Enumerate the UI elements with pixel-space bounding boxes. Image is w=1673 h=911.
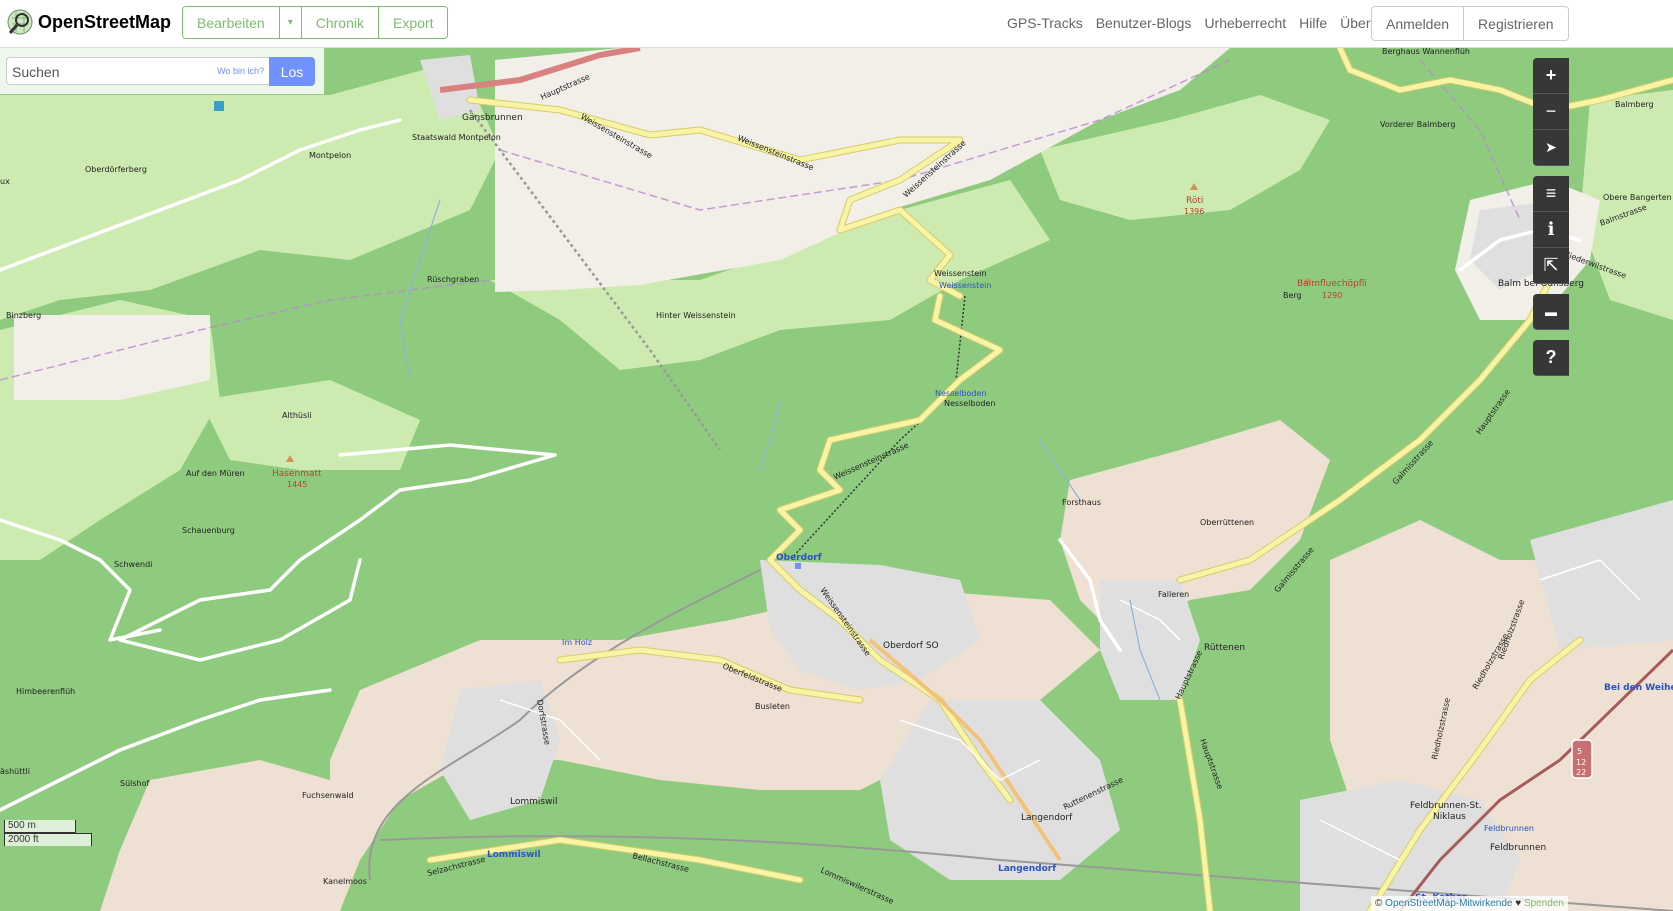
map-label: Oberdörferberg [85,165,147,174]
where-am-i-link[interactable]: Wo bin ich? [217,66,264,76]
scale-metric: 500 m [4,820,76,833]
map-label: Langendorf [1021,813,1073,823]
map-label: Im Holz [562,638,592,647]
search-panel: Suchen Wo bin ich? Los [0,48,324,94]
map-label: 1445 [287,480,307,489]
map-label: Niklaus [1433,812,1466,822]
map-label: Vorderer Balmberg [1380,120,1455,129]
map-label: Falleren [1158,590,1189,599]
scale-bar: 500 m 2000 ft [4,820,92,846]
map-label: Schauenburg [182,526,235,535]
nav-about[interactable]: Über [1340,15,1370,31]
map-canvas[interactable]: Gänsbrunnen Staatswald Montpelon Montpel… [0,48,1673,911]
map-label: 1290 [1322,291,1342,300]
nav-gps-tracks[interactable]: GPS-Tracks [1007,15,1083,31]
donate-link[interactable]: Spenden [1524,898,1564,909]
query-features-icon[interactable]: ? [1533,340,1569,376]
map-label: Rüttenen [1204,643,1245,653]
map-label: Berghaus Wannenflüh [1382,48,1470,56]
map-label: Feldbrunnen-St. [1410,801,1482,811]
login-button[interactable]: Anmelden [1372,7,1465,40]
export-button[interactable]: Export [379,7,448,38]
header: OpenStreetMap Bearbeiten ▾ Chronik Expor… [0,0,1673,48]
map-label: Nesselboden [935,389,986,398]
history-button[interactable]: Chronik [301,7,379,38]
add-note-icon[interactable]: ▬ [1533,294,1569,330]
map-label: Berg [1283,291,1302,300]
hiking-icon [214,101,224,111]
edit-dropdown-caret-icon[interactable]: ▾ [279,7,302,38]
nav-user-diaries[interactable]: Benutzer-Blogs [1096,15,1192,31]
info-icon[interactable]: ℹ [1533,212,1569,248]
osm-logo-icon [7,9,33,35]
map-label: Binzberg [6,311,41,320]
map-label: Weissenstein [934,269,986,278]
map-label: äshüttli [0,767,30,776]
map-label: Oberrüttenen [1200,518,1254,527]
map-label: Lommiswil [510,797,557,807]
map-label: Oberdorf SO [883,641,939,651]
zoom-in-icon[interactable]: + [1533,58,1569,94]
edit-button-group: Bearbeiten ▾ Chronik Export [182,6,449,39]
map-label: Himbeerenflüh [16,687,75,696]
edit-button[interactable]: Bearbeiten [183,7,280,38]
register-button[interactable]: Registrieren [1464,7,1567,40]
map-label: Staatswald Montpelon [412,133,501,142]
attribution-link[interactable]: OpenStreetMap-Mitwirkende [1385,898,1512,909]
share-icon[interactable]: ⇱ [1533,248,1569,284]
svg-text:22: 22 [1576,768,1586,777]
map-label: Röti [1186,196,1203,206]
search-go-button[interactable]: Los [269,57,315,86]
map-label: Weissenstein [939,281,991,290]
route-shield-label: 5 [1577,747,1582,756]
zoom-out-icon[interactable]: − [1533,94,1569,130]
map-label: Fuchsenwald [302,791,354,800]
map-label: Feldbrunnen [1484,824,1534,833]
logo[interactable]: OpenStreetMap [6,8,171,36]
map-label: Balmberg [1615,100,1654,109]
map-label: Nesselboden [944,399,995,408]
nav-copyright[interactable]: Urheberrecht [1204,15,1286,31]
layers-icon[interactable]: ≡ [1533,176,1569,212]
primary-nav: GPS-Tracks Benutzer-Blogs Urheberrecht H… [1007,15,1371,31]
attribution: © OpenStreetMap-Mitwirkende ♥ Spenden [1371,896,1568,911]
map-label: Rüschgraben [427,275,479,284]
map-label: ux [0,177,10,186]
map-label: Gänsbrunnen [462,113,523,123]
map-label: Lommiswil [487,850,541,860]
map-label: Obere Bangerten [1603,193,1672,202]
site-title: OpenStreetMap [38,11,172,32]
map-label: Forsthaus [1062,498,1101,507]
map-label: Schwendi [114,560,152,569]
map-label: Hasenmatt [272,469,322,479]
scale-imperial: 2000 ft [4,833,92,846]
map-label: Balmfluechöpfli [1297,279,1367,289]
map-label: Althüsli [282,411,312,420]
attribution-prefix: © [1375,898,1386,909]
heart-icon: ♥ [1515,898,1522,909]
map-label: Bei den Weihe [1604,683,1673,693]
map-label: Feldbrunnen [1490,843,1546,853]
map-controls: + − ➤ ≡ ℹ ⇱ ▬ ? [1533,58,1569,376]
map-label: Langendorf [998,864,1056,874]
nav-help[interactable]: Hilfe [1299,15,1327,31]
map-label: Montpelon [309,151,351,160]
map-label: 1396 [1184,207,1204,216]
user-button-group: Anmelden Registrieren [1371,6,1569,41]
locate-icon[interactable]: ➤ [1533,130,1569,166]
map-label: Hinter Weissenstein [656,311,736,320]
map-label: Busleten [755,702,790,711]
map-label: Sülshof [120,779,150,788]
station-icon [795,563,801,569]
map-label: Oberdorf [776,553,822,563]
map-label: Auf den Müren [186,469,245,478]
svg-text:12: 12 [1576,758,1586,767]
map-label: Kanelmoos [323,877,367,886]
